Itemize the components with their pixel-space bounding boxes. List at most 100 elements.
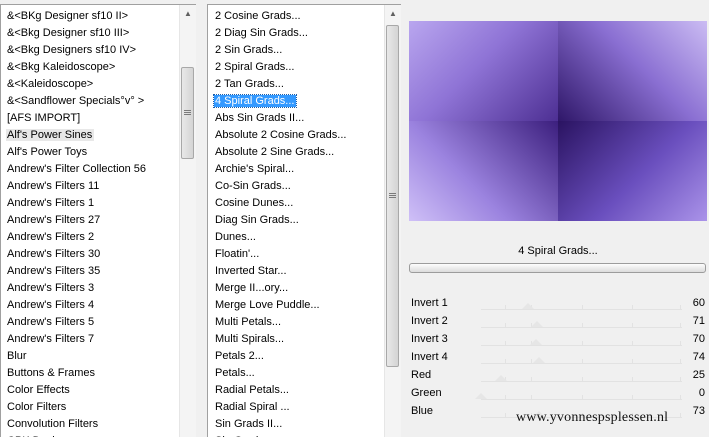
slider-track[interactable] xyxy=(481,375,682,382)
filter-item[interactable]: 2 Sin Grads... xyxy=(208,42,384,59)
category-item[interactable]: Andrew's Filters 7 xyxy=(1,331,179,348)
filter-item[interactable]: 2 Cosine Grads... xyxy=(208,8,384,25)
filter-item[interactable]: Archie's Spiral... xyxy=(208,161,384,178)
slider-track[interactable] xyxy=(475,393,682,400)
category-item[interactable]: Andrew's Filters 1 xyxy=(1,195,179,212)
category-item[interactable]: &<Kaleidoscope> xyxy=(1,76,179,93)
category-item[interactable]: Blur xyxy=(1,348,179,365)
filter-item[interactable]: Absolute 2 Cosine Grads... xyxy=(208,127,384,144)
category-item[interactable]: Andrew's Filters 2 xyxy=(1,229,179,246)
param-label: Blue xyxy=(411,405,434,417)
slider-track[interactable] xyxy=(481,357,682,364)
slider-tick xyxy=(581,323,583,327)
preview-quadrant-bottom-right xyxy=(558,121,707,221)
filter-item[interactable]: Merge Love Puddle... xyxy=(208,297,384,314)
slider-tick xyxy=(631,377,633,381)
slider-tick xyxy=(581,341,583,345)
slider-track[interactable] xyxy=(481,321,682,328)
category-item[interactable]: &<BKg Designer sf10 II> xyxy=(1,8,179,25)
category-item[interactable]: Convolution Filters xyxy=(1,416,179,433)
category-item[interactable]: Buttons & Frames xyxy=(1,365,179,382)
filter-item[interactable]: 2 Spiral Grads... xyxy=(208,59,384,76)
category-item[interactable]: &<Bkg Designer sf10 III> xyxy=(1,25,179,42)
category-item[interactable]: Alf's Power Sines xyxy=(1,127,179,144)
slider-knob-icon[interactable] xyxy=(533,357,546,363)
category-item[interactable]: Andrew's Filter Collection 56 xyxy=(1,161,179,178)
filter-item[interactable]: Co-Sin Grads... xyxy=(208,178,384,195)
slider-tick xyxy=(679,413,681,417)
param-invert-1[interactable]: Invert 1 60 xyxy=(409,295,707,313)
category-item[interactable]: Andrew's Filters 4 xyxy=(1,297,179,314)
scroll-up-arrow-icon[interactable]: ▲ xyxy=(180,5,196,22)
filter-item-label: Radial Spiral ... xyxy=(215,401,290,413)
filter-item[interactable]: Multi Petals... xyxy=(208,314,384,331)
category-scrollbar[interactable]: ▲ xyxy=(179,5,196,437)
slider-track[interactable] xyxy=(481,303,682,310)
category-item-label: &<BKg Designer sf10 II> xyxy=(7,10,129,22)
category-item[interactable]: Andrew's Filters 30 xyxy=(1,246,179,263)
slider-knob-icon[interactable] xyxy=(475,393,487,399)
category-item[interactable]: &<Bkg Kaleidoscope> xyxy=(1,59,179,76)
param-invert-4[interactable]: Invert 4 74 xyxy=(409,349,707,367)
filter-item[interactable]: Absolute 2 Sine Grads... xyxy=(208,144,384,161)
category-item-label: [AFS IMPORT] xyxy=(7,112,81,124)
filter-item[interactable]: Petals... xyxy=(208,365,384,382)
param-red[interactable]: Red 25 xyxy=(409,367,707,385)
slider-tick xyxy=(679,341,681,345)
category-item[interactable]: Color Filters xyxy=(1,399,179,416)
category-item[interactable]: Color Effects xyxy=(1,382,179,399)
filter-item[interactable]: Sin Grads II... xyxy=(208,416,384,433)
category-list[interactable]: &<BKg Designer sf10 II> &<Bkg Designer sf… xyxy=(0,4,196,437)
filter-item[interactable]: Sin Grads... xyxy=(208,433,384,437)
filter-item[interactable]: Cosine Dunes... xyxy=(208,195,384,212)
scroll-up-arrow-icon[interactable]: ▲ xyxy=(385,5,401,22)
filter-list[interactable]: 2 Cosine Grads... 2 Diag Sin Grads... 2 Si… xyxy=(207,4,401,437)
slider-track[interactable] xyxy=(481,339,682,346)
filter-item[interactable]: 2 Diag Sin Grads... xyxy=(208,25,384,42)
filter-item[interactable]: Multi Spirals... xyxy=(208,331,384,348)
category-item[interactable]: Andrew's Filters 3 xyxy=(1,280,179,297)
filter-item[interactable]: Diag Sin Grads... xyxy=(208,212,384,229)
category-scroll-thumb[interactable] xyxy=(181,67,194,159)
category-item[interactable]: Alf's Power Toys xyxy=(1,144,179,161)
category-item[interactable]: Andrew's Filters 35 xyxy=(1,263,179,280)
filter-item[interactable]: Abs Sin Grads II... xyxy=(208,110,384,127)
filter-item[interactable]: Radial Petals... xyxy=(208,382,384,399)
category-item[interactable]: &<Sandflower Specials°v° > xyxy=(1,93,179,110)
filter-item[interactable]: Inverted Star... xyxy=(208,263,384,280)
filter-item[interactable]: Petals 2... xyxy=(208,348,384,365)
filter-item[interactable]: Floatin'... xyxy=(208,246,384,263)
filter-item-label: Multi Petals... xyxy=(215,316,282,328)
slider-knob-icon[interactable] xyxy=(522,303,535,309)
slider-knob-icon[interactable] xyxy=(494,375,507,381)
filter-item-label: 2 Spiral Grads... xyxy=(215,61,295,73)
filter-item-label: 4 Spiral Grads... xyxy=(212,94,298,108)
filter-scrollbar[interactable]: ▲ xyxy=(384,5,401,437)
slider-tick xyxy=(581,395,583,399)
slider-knob-icon[interactable] xyxy=(530,339,543,345)
filter-item-label: Diag Sin Grads... xyxy=(215,214,299,226)
slider-tick xyxy=(505,359,507,363)
slider-tick xyxy=(631,323,633,327)
filter-scroll-thumb[interactable] xyxy=(386,25,399,367)
slider-knob-icon[interactable] xyxy=(530,321,543,327)
scroll-grip-icon xyxy=(389,193,396,199)
slider-tick xyxy=(679,323,681,327)
category-item-label: Color Filters xyxy=(7,401,67,413)
filter-item[interactable]: Radial Spiral ... xyxy=(208,399,384,416)
param-invert-2[interactable]: Invert 2 71 xyxy=(409,313,707,331)
category-item[interactable]: CPK Designs xyxy=(1,433,179,437)
filter-title: 4 Spiral Grads... xyxy=(518,245,598,257)
param-green[interactable]: Green 0 xyxy=(409,385,707,403)
category-item[interactable]: [AFS IMPORT] xyxy=(1,110,179,127)
category-item[interactable]: Andrew's Filters 5 xyxy=(1,314,179,331)
filter-item[interactable]: Merge II...ory... xyxy=(208,280,384,297)
filter-item[interactable]: 4 Spiral Grads... xyxy=(208,93,384,110)
param-invert-3[interactable]: Invert 3 70 xyxy=(409,331,707,349)
category-item[interactable]: &<Bkg Designers sf10 IV> xyxy=(1,42,179,59)
filter-item[interactable]: 2 Tan Grads... xyxy=(208,76,384,93)
filter-item[interactable]: Dunes... xyxy=(208,229,384,246)
category-item[interactable]: Andrew's Filters 27 xyxy=(1,212,179,229)
category-item[interactable]: Andrew's Filters 11 xyxy=(1,178,179,195)
slider-tick xyxy=(505,323,507,327)
